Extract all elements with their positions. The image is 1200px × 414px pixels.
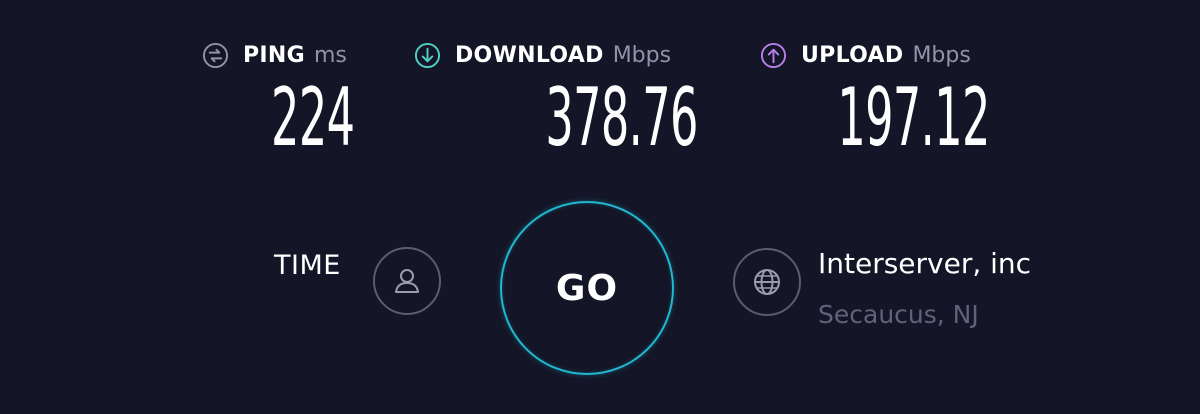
server-name[interactable]: Interserver, inc (818, 247, 1031, 280)
user-account-button[interactable] (373, 247, 441, 315)
upload-label: UPLOAD (801, 42, 904, 68)
time-label: TIME (274, 250, 341, 281)
download-label: DOWNLOAD (455, 42, 604, 68)
download-unit: Mbps (612, 42, 672, 68)
upload-header: UPLOAD Mbps (760, 38, 990, 72)
download-arrow-icon (414, 42, 441, 68)
upload-value: 197.12 (837, 71, 991, 164)
ping-unit: ms (313, 42, 347, 68)
ping-icon (202, 42, 229, 68)
ping-metric: PING ms 224 (202, 38, 355, 158)
ping-header: PING ms (202, 38, 354, 72)
upload-unit: Mbps (912, 42, 971, 68)
go-label: GO (555, 267, 619, 309)
change-server-button[interactable] (733, 248, 801, 316)
globe-icon (754, 269, 780, 295)
download-metric: DOWNLOAD Mbps 378.76 (414, 38, 699, 158)
ping-label: PING (243, 42, 305, 68)
upload-metric: UPLOAD Mbps 197.12 (760, 38, 991, 158)
server-location: Secaucus, NJ (818, 300, 979, 329)
go-button[interactable]: GO (500, 201, 674, 375)
ping-value: 224 (270, 71, 355, 164)
download-header: DOWNLOAD Mbps (414, 38, 698, 72)
download-value: 378.76 (545, 71, 699, 164)
upload-arrow-icon (760, 42, 787, 68)
user-icon (395, 269, 419, 293)
